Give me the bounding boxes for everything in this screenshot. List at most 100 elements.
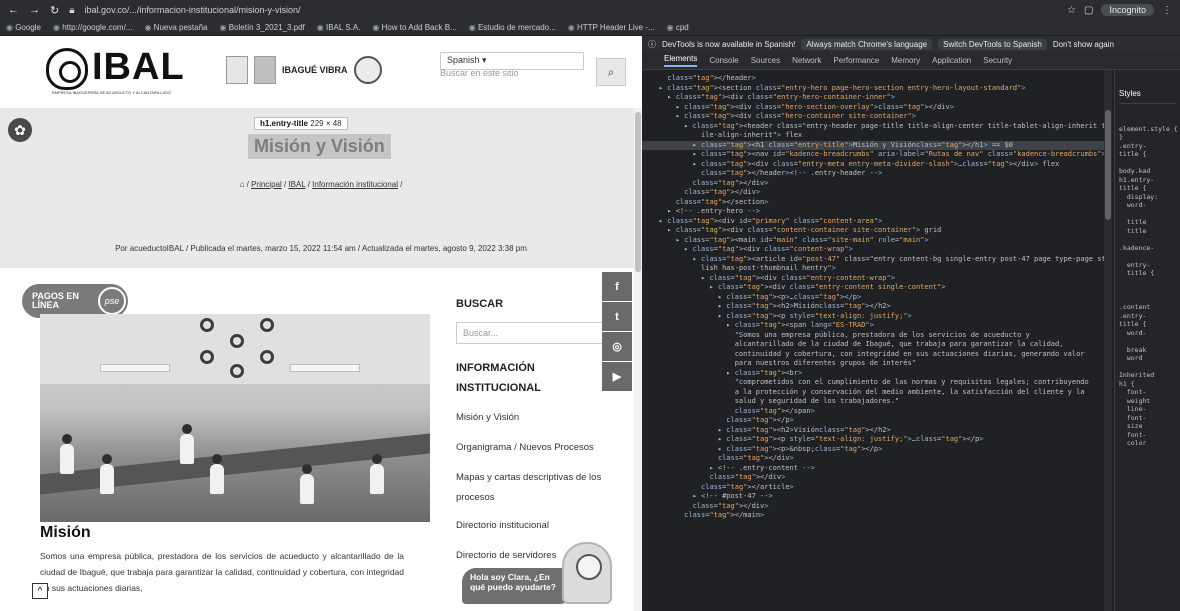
dom-node[interactable]: ▸ class="tag"><div class="content-wrap"> [642, 245, 1112, 255]
bookmark-item[interactable]: http://google.com/... [53, 23, 132, 32]
dom-node[interactable]: class="tag"></div> [642, 454, 1112, 464]
sidebar-link-organigrama[interactable]: Organigrama / Nuevos Procesos [456, 438, 616, 458]
bookmark-item[interactable]: Nueva pestaña [144, 23, 208, 32]
dom-node[interactable]: ▸ class="tag"><div class="entry-content-… [642, 274, 1112, 284]
dom-node[interactable]: ▸ class="tag"><h2>Misiónclass="tag"></h2… [642, 302, 1112, 312]
ibal-logo[interactable]: IBAL EMPRESA IBAGUEREÑA DE ACUEDUCTO Y A… [46, 44, 186, 100]
devtools-tab[interactable]: Memory [891, 56, 920, 65]
lock-icon[interactable]: 🔒︎ [69, 5, 74, 16]
bookmark-item[interactable]: IBAL S.A. [317, 23, 360, 32]
dom-node[interactable]: class="tag"></div> [642, 188, 1112, 198]
sidebar-link-mision[interactable]: Misión y Visión [456, 408, 616, 428]
sidebar-link-directorio[interactable]: Directorio institucional [456, 516, 616, 536]
dom-node[interactable]: class="tag"></div> [642, 179, 1112, 189]
dom-node[interactable]: ▸ class="tag"><div id="primary" class="c… [642, 217, 1112, 227]
devtools-tab[interactable]: Security [983, 56, 1012, 65]
dom-node[interactable]: class="tag"></div> [642, 502, 1112, 512]
dom-node[interactable]: ▸ class="tag"><h2>Visiónclass="tag"></h2… [642, 426, 1112, 436]
elements-tree[interactable]: class="tag"></header> ▸ class="tag"><sec… [642, 70, 1112, 611]
dom-node[interactable]: ile-align-inherit"> flex [642, 131, 1112, 141]
dom-node[interactable]: class="tag"></header><!-- .entry-header … [642, 169, 1112, 179]
dom-node[interactable]: ▸ <!-- .entry-content --> [642, 464, 1112, 474]
dom-node[interactable]: ▸ class="tag"><div class="content-contai… [642, 226, 1112, 236]
dom-node[interactable]: ▸ class="tag"><div class="entry-content … [642, 283, 1112, 293]
dom-node[interactable]: ▸ class="tag"><div class="hero-section-o… [642, 103, 1112, 113]
devtools-tab[interactable]: Console [709, 56, 738, 65]
dom-node[interactable]: ▸ class="tag"><div class="hero-container… [642, 112, 1112, 122]
dom-node[interactable]: class="tag"></header> [642, 74, 1112, 84]
devtools-tab[interactable]: Elements [664, 54, 698, 67]
reload-icon[interactable]: ↻ [50, 4, 59, 17]
dom-node[interactable]: class="tag"></section> [642, 198, 1112, 208]
dom-node[interactable]: ▸ <!-- #post-47 --> [642, 492, 1112, 502]
dom-node[interactable]: class="tag"></span> [642, 407, 1112, 417]
dom-node[interactable]: salud y seguridad de los trabajadores." [642, 397, 1112, 407]
elements-scroll-thumb[interactable] [1105, 110, 1111, 220]
dom-node[interactable]: ▸ class="tag"><article id="post-47" clas… [642, 255, 1112, 265]
bookmark-item[interactable]: Google [6, 23, 41, 32]
header-search-input[interactable]: Buscar en este sitio [432, 64, 596, 86]
dom-node[interactable]: ▸ class="tag"><div class="entry-hero-con… [642, 93, 1112, 103]
sidebar-icon[interactable]: ▢ [1084, 5, 1093, 16]
dom-node[interactable]: a la protección y conservación del medio… [642, 388, 1112, 398]
breadcrumb-principal[interactable]: Principal [251, 180, 282, 189]
sidebar-search-input[interactable]: Buscar... [456, 322, 604, 344]
dom-node[interactable]: class="tag"></p> [642, 416, 1112, 426]
dom-node[interactable]: ▸ class="tag"><span lang="ES-TRAD"> [642, 321, 1112, 331]
dom-node[interactable]: class="tag"></article> [642, 483, 1112, 493]
match-language-button[interactable]: Always match Chrome's language [801, 38, 933, 50]
pagos-en-linea-button[interactable]: PAGOS EN LÍNEA pse [22, 284, 128, 318]
star-icon[interactable]: ☆ [1067, 5, 1076, 16]
styles-tab[interactable]: Styles [1119, 89, 1176, 104]
dom-node[interactable]: ▸ class="tag"><br> [642, 369, 1112, 379]
devtools-tab[interactable]: Network [792, 56, 821, 65]
bookmark-item[interactable]: Estudio de mercado... [469, 23, 556, 32]
dom-node[interactable]: "Somos una empresa pública, prestadora d… [642, 331, 1112, 341]
dom-node[interactable]: class="tag"></div> [642, 473, 1112, 483]
dom-node[interactable]: class="tag"></main> [642, 511, 1112, 521]
devtools-tab[interactable]: Performance [833, 56, 879, 65]
dom-node[interactable]: continuidad y cobertura, con integridad … [642, 350, 1112, 360]
twitter-icon[interactable]: t [602, 302, 632, 332]
dom-node[interactable]: ▸ class="tag"><header class="entry-heade… [642, 122, 1112, 132]
incognito-badge[interactable]: Incognito [1101, 4, 1154, 16]
bookmark-item[interactable]: HTTP Header Live -... [568, 23, 655, 32]
accessibility-icon[interactable]: ✿ [8, 118, 32, 142]
header-search-button[interactable]: ⌕ [596, 58, 626, 86]
youtube-icon[interactable]: ▶ [602, 362, 632, 392]
devtools-tab[interactable]: Sources [751, 56, 780, 65]
page-scrollbar[interactable] [634, 108, 642, 611]
dom-node[interactable]: ▸ class="tag"><p>…class="tag"></p> [642, 293, 1112, 303]
address-field[interactable]: ibal.gov.co/.../informacion-instituciona… [85, 5, 1058, 15]
menu-icon[interactable]: ⋮ [1162, 5, 1172, 16]
dom-node[interactable]: lish has-post-thumbnail hentry"> [642, 264, 1112, 274]
chatbot-widget[interactable]: Hola soy Clara, ¿En qué puedo ayudarte? [462, 542, 612, 604]
bookmark-item[interactable]: How to Add Back B... [372, 23, 457, 32]
dom-node[interactable]: ▸ class="tag"><h1 class="entry-title">Mi… [642, 140, 1112, 150]
styles-pane[interactable]: Styles element.style {} .entry-title { bo… [1114, 70, 1180, 611]
scroll-top-button[interactable]: ^ [32, 583, 48, 599]
dom-node[interactable]: ▸ class="tag"><main id="main" class="sit… [642, 236, 1112, 246]
chat-avatar[interactable] [562, 542, 612, 604]
dom-node[interactable]: ▸ class="tag"><section class="entry-hero… [642, 84, 1112, 94]
breadcrumb-info[interactable]: Información institucional [312, 180, 398, 189]
dom-node[interactable]: "comprometidos con el cumplimiento de la… [642, 378, 1112, 388]
dom-node[interactable]: ▸ <!-- .entry-hero --> [642, 207, 1112, 217]
facebook-icon[interactable]: f [602, 272, 632, 302]
bookmark-item[interactable]: cpd [667, 23, 689, 32]
forward-icon[interactable]: → [29, 4, 40, 17]
sidebar-link-mapas[interactable]: Mapas y cartas descriptivas de los proce… [456, 468, 616, 508]
bookmark-item[interactable]: Boletín 3_2021_3.pdf [220, 23, 305, 32]
switch-language-button[interactable]: Switch DevTools to Spanish [938, 38, 1047, 50]
devtools-tab[interactable]: Application [932, 56, 971, 65]
dom-node[interactable]: ▸ class="tag"><p style="text-align: just… [642, 312, 1112, 322]
dom-node[interactable]: ▸ class="tag"><p style="text-align: just… [642, 435, 1112, 445]
elements-scrollbar[interactable] [1104, 70, 1112, 611]
breadcrumb-ibal[interactable]: IBAL [288, 180, 305, 189]
dom-node[interactable]: alcantarillado de la ciudad de Ibagué, q… [642, 340, 1112, 350]
instagram-icon[interactable]: ◎ [602, 332, 632, 362]
dom-node[interactable]: para nuestros diferentes grupos de inter… [642, 359, 1112, 369]
home-icon[interactable]: ⌂ [240, 180, 245, 189]
chat-bubble[interactable]: Hola soy Clara, ¿En qué puedo ayudarte? [462, 568, 574, 604]
dont-show-button[interactable]: Don't show again [1053, 40, 1114, 49]
